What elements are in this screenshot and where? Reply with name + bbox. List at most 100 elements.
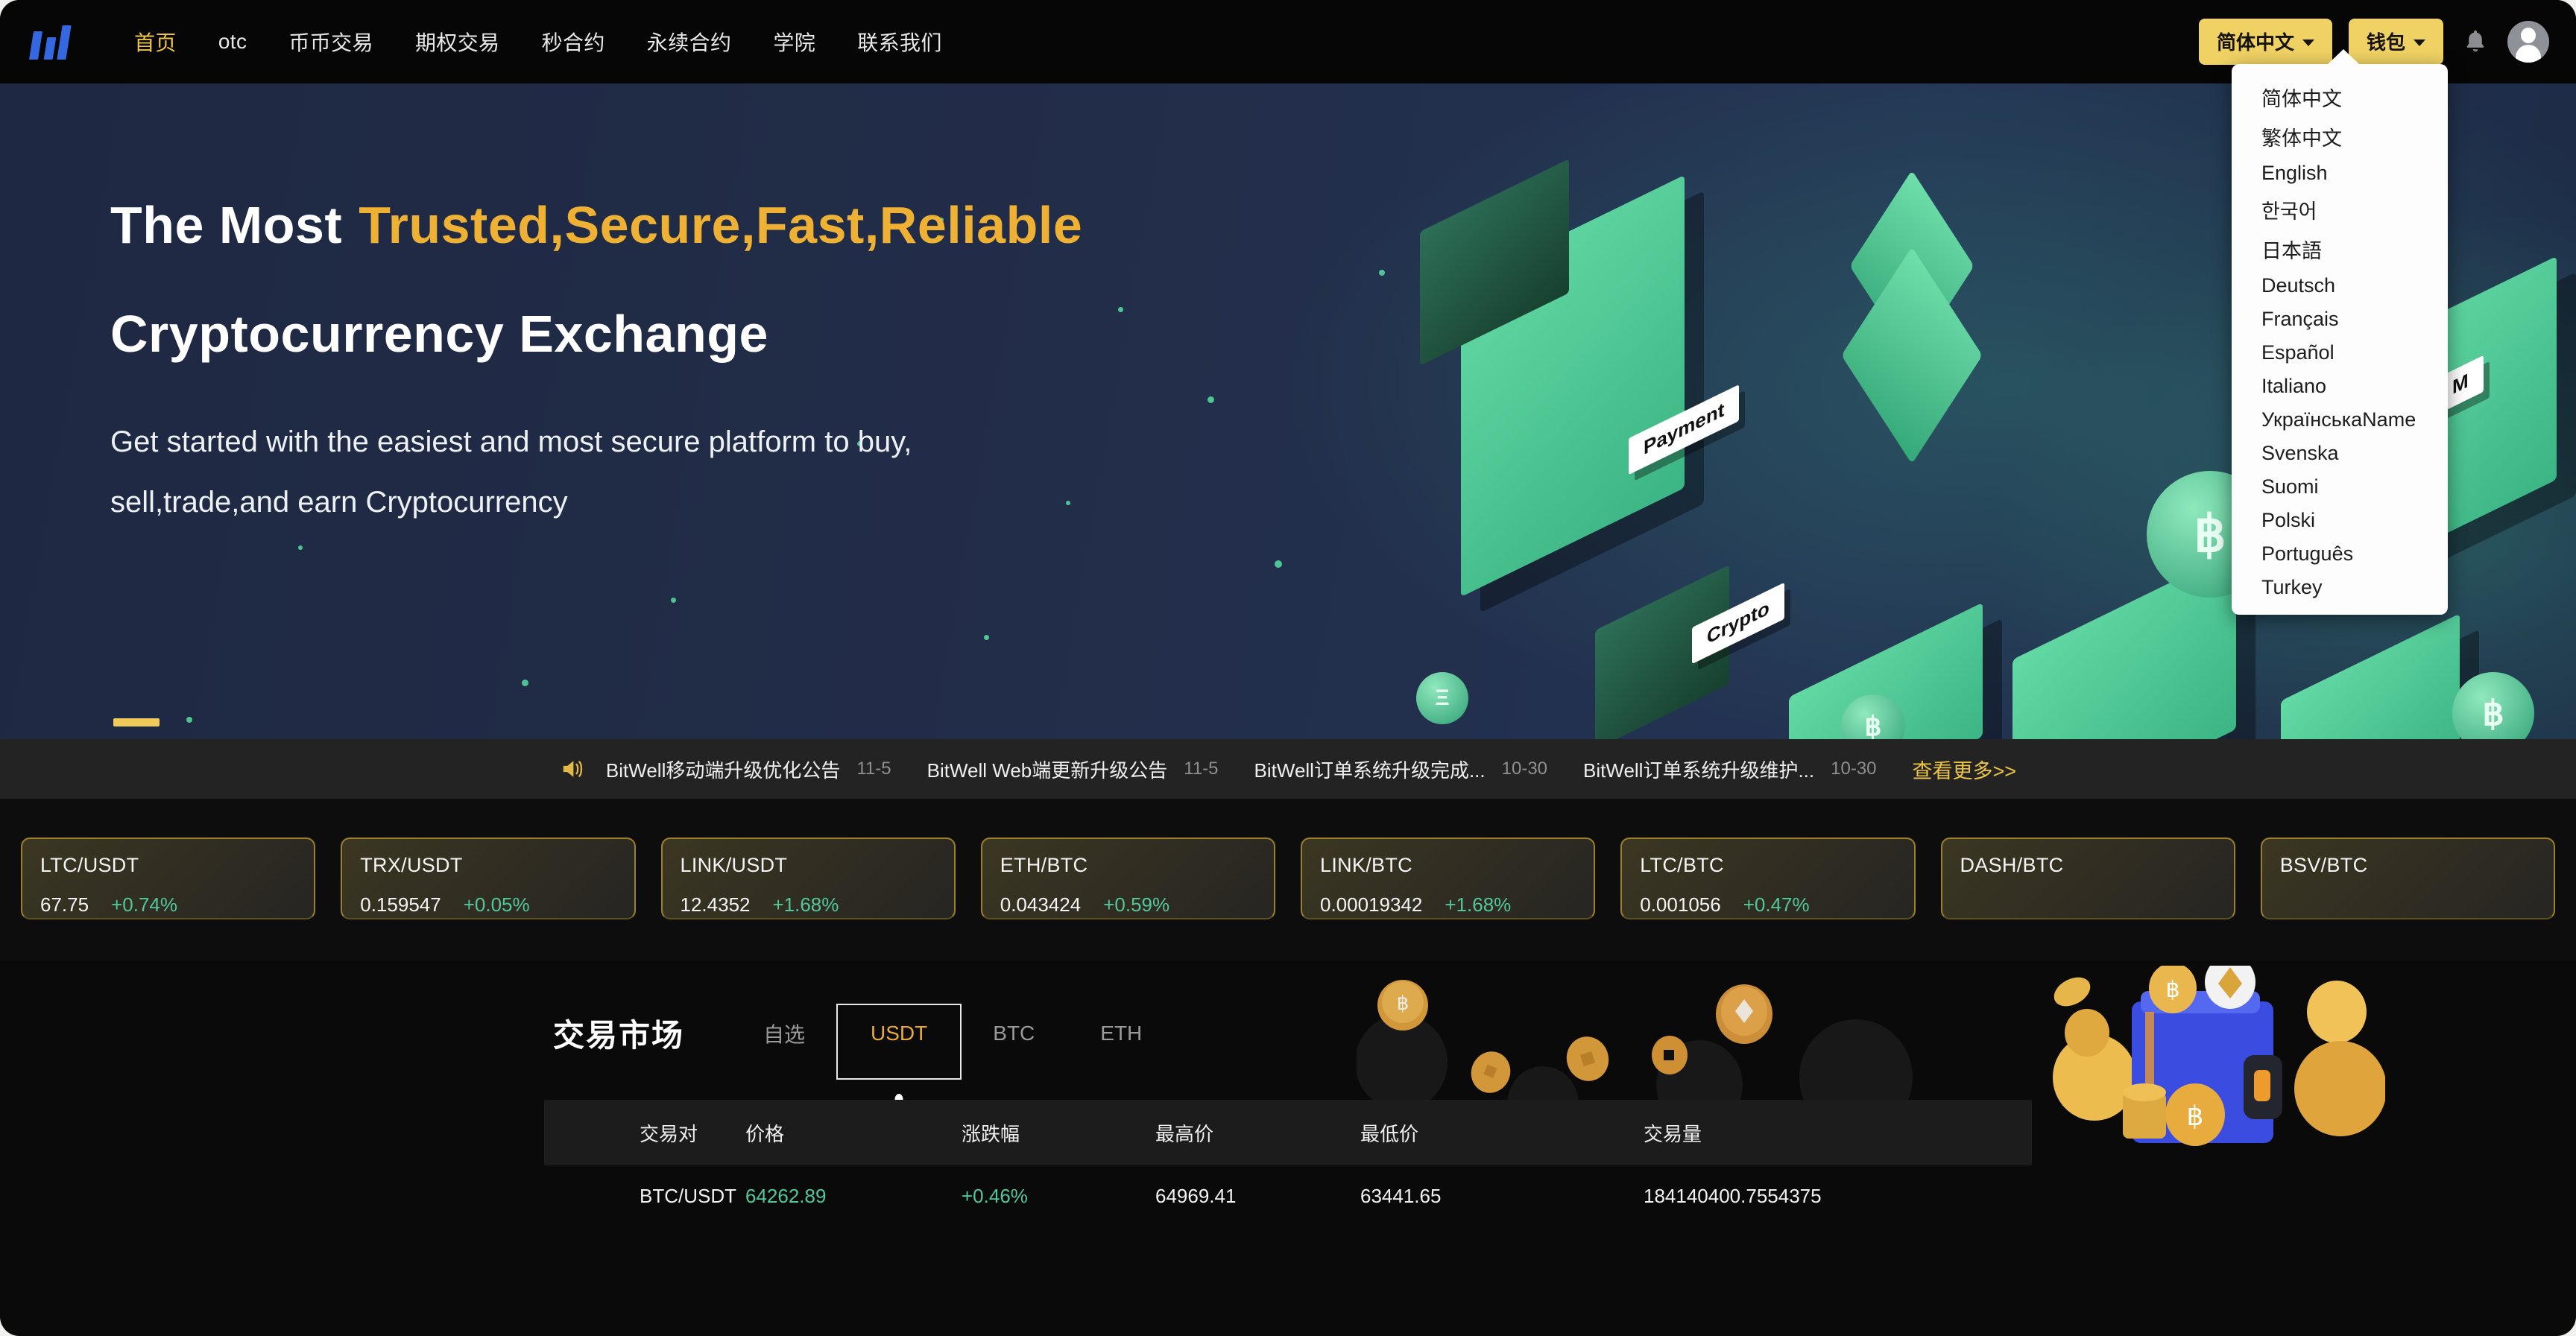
language-selector-button[interactable]: 简体中文 <box>2198 19 2332 65</box>
announcement-view-more-link[interactable]: 查看更多>> <box>1913 755 2017 784</box>
cell-change: +0.46% <box>962 1184 1028 1207</box>
ticker-change: +0.47% <box>1743 893 1810 916</box>
hero-headline-prefix: The Most <box>110 196 343 254</box>
ticker-pair: DASH/BTC <box>1960 854 2064 876</box>
svg-text:฿: ฿ <box>1397 992 1409 1014</box>
announcement-date: 10-30 <box>1831 759 1877 779</box>
spark-dot <box>298 545 303 550</box>
language-option-turkish[interactable]: Turkey <box>2232 571 2448 604</box>
main-nav: 首页 otc 币币交易 期权交易 秒合约 永续合约 学院 联系我们 <box>113 27 963 57</box>
ticker-pair: LINK/USDT <box>680 854 788 876</box>
language-dropdown-menu: 简体中文 繁体中文 English 한국어 日本語 Deutsch França… <box>2232 49 2448 615</box>
language-option-ukrainian[interactable]: УкраїнськаName <box>2232 403 2448 437</box>
announcement-title: BitWell Web端更新升级公告 <box>926 759 1168 782</box>
ticker-price: 12.4352 <box>680 893 751 916</box>
language-option-finnish[interactable]: Suomi <box>2232 470 2448 504</box>
ticker-card[interactable]: ETH/BTC 0.043424 +0.59% <box>980 838 1275 919</box>
language-option-french[interactable]: Français <box>2232 303 2448 336</box>
ticker-change: +1.68% <box>1445 893 1512 916</box>
spark-dot <box>984 635 989 640</box>
market-tab-favorites[interactable]: 自选 <box>730 1019 838 1048</box>
ticker-card[interactable]: DASH/BTC <box>1940 838 2235 919</box>
announcement-date: 11-5 <box>1184 759 1219 779</box>
hero-headline-line2: Cryptocurrency Exchange <box>110 305 768 363</box>
wallet-illustration: ฿ ฿ <box>2042 955 2387 1152</box>
chevron-down-icon <box>2302 39 2314 46</box>
market-tab-usdt-label: USDT <box>871 1021 928 1045</box>
announcement-date: 11-5 <box>856 759 891 779</box>
hero-headline-line1: The Most Trusted,Secure,Fast,Reliable <box>110 195 1082 255</box>
language-option-polish[interactable]: Polski <box>2232 504 2448 537</box>
hero-headline-highlight: Trusted,Secure,Fast,Reliable <box>359 196 1083 254</box>
announcement-date: 10-30 <box>1501 759 1548 779</box>
ticker-price: 67.75 <box>40 893 89 916</box>
language-option-german[interactable]: Deutsch <box>2232 269 2448 303</box>
ticker-card-list: LTC/USDT 67.75 +0.74% TRX/USDT 0.159547 … <box>0 799 2576 961</box>
ticker-values: 0.00019342 +1.68% <box>1320 893 1576 916</box>
market-tab-btc[interactable]: BTC <box>960 1022 1067 1045</box>
spark-dot <box>1208 396 1214 403</box>
ticker-card[interactable]: LINK/USDT 12.4352 +1.68% <box>660 838 956 919</box>
market-tab-eth[interactable]: ETH <box>1067 1022 1175 1045</box>
announcement-item[interactable]: BitWell移动端升级优化公告 11-5 <box>606 756 891 783</box>
avatar-head <box>2521 28 2536 43</box>
column-header-price: 价格 <box>745 1122 785 1145</box>
ticker-pair: TRX/USDT <box>360 854 463 876</box>
cell-low: 63441.65 <box>1360 1184 1442 1207</box>
market-tab-usdt[interactable]: USDT <box>836 1003 962 1105</box>
cell-price: 64262.89 <box>745 1184 827 1207</box>
user-avatar[interactable] <box>2507 21 2549 63</box>
announcement-item[interactable]: BitWell Web端更新升级公告 11-5 <box>927 756 1219 783</box>
svg-text:฿: ฿ <box>2165 978 2179 1002</box>
language-option-english[interactable]: English <box>2232 156 2448 190</box>
language-option-spanish[interactable]: Español <box>2232 336 2448 370</box>
hero-banner: ฿ ฿ ฿ Ξ Payment Crypto M The Most Trusted… <box>0 83 2576 739</box>
hero-carousel-indicator[interactable] <box>113 718 160 726</box>
ticker-price: 0.001056 <box>1640 893 1721 916</box>
announcement-item[interactable]: BitWell订单系统升级完成... 10-30 <box>1254 756 1548 783</box>
announcement-item[interactable]: BitWell订单系统升级维护... 10-30 <box>1583 756 1877 783</box>
cell-volume: 184140400.7554375 <box>1644 1184 1822 1207</box>
ticker-card[interactable]: LTC/USDT 67.75 +0.74% <box>21 838 316 919</box>
page-root: 首页 otc 币币交易 期权交易 秒合约 永续合约 学院 联系我们 简体中文 钱… <box>0 0 2576 1336</box>
wallet-button[interactable]: 钱包 <box>2348 19 2443 65</box>
ticker-card[interactable]: LTC/BTC 0.001056 +0.47% <box>1620 838 1916 919</box>
ticker-card[interactable]: TRX/USDT 0.159547 +0.05% <box>341 838 636 919</box>
cell-high: 64969.41 <box>1155 1184 1237 1207</box>
language-option-korean[interactable]: 한국어 <box>2232 190 2448 229</box>
column-header-volume: 交易量 <box>1644 1122 1702 1145</box>
nav-item-seconds[interactable]: 秒合约 <box>521 27 626 57</box>
language-option-italian[interactable]: Italiano <box>2232 370 2448 403</box>
nav-item-options[interactable]: 期权交易 <box>394 27 521 57</box>
column-header-pair: 交易对 <box>640 1122 698 1145</box>
language-option-japanese[interactable]: 日本語 <box>2232 229 2448 269</box>
nav-item-otc[interactable]: otc <box>198 30 268 54</box>
market-table: 交易对 价格 涨跌幅 最高价 最低价 交易量 BTC/USDT 64262.89… <box>544 1100 2032 1226</box>
nav-item-home[interactable]: 首页 <box>113 27 198 57</box>
ticker-change: +0.59% <box>1103 893 1170 916</box>
ticker-price: 0.00019342 <box>1320 893 1423 916</box>
ticker-pair: LTC/BTC <box>1640 854 1724 876</box>
nav-item-academy[interactable]: 学院 <box>752 27 836 57</box>
ticker-values: 0.159547 +0.05% <box>360 893 616 916</box>
ticker-values: 0.043424 +0.59% <box>1000 893 1256 916</box>
ticker-card[interactable]: LINK/BTC 0.00019342 +1.68% <box>1301 838 1596 919</box>
ether-coin-icon: Ξ <box>1416 672 1468 724</box>
nav-item-perp[interactable]: 永续合约 <box>626 27 753 57</box>
nav-item-spot[interactable]: 币币交易 <box>268 27 394 57</box>
notification-bell-icon[interactable] <box>2460 25 2491 59</box>
language-option-swedish[interactable]: Svenska <box>2232 437 2448 470</box>
ticker-card[interactable]: BSV/BTC <box>2260 838 2555 919</box>
language-option-zh-cn[interactable]: 简体中文 <box>2232 77 2448 117</box>
ticker-change: +1.68% <box>772 893 839 916</box>
spark-dot <box>522 680 528 686</box>
language-option-zh-tw[interactable]: 繁体中文 <box>2232 117 2448 156</box>
market-header: 交易市场 自选 USDT BTC ETH <box>553 1003 1175 1105</box>
language-option-portuguese[interactable]: Português <box>2232 537 2448 571</box>
speaker-icon <box>560 758 585 780</box>
nav-item-contact[interactable]: 联系我们 <box>836 27 963 57</box>
ticker-values: 12.4352 +1.68% <box>681 893 936 916</box>
bitwell-logo-icon[interactable] <box>28 19 75 64</box>
table-row[interactable]: BTC/USDT 64262.89 +0.46% 64969.41 63441.… <box>544 1165 2032 1226</box>
spark-dot <box>1379 270 1385 276</box>
